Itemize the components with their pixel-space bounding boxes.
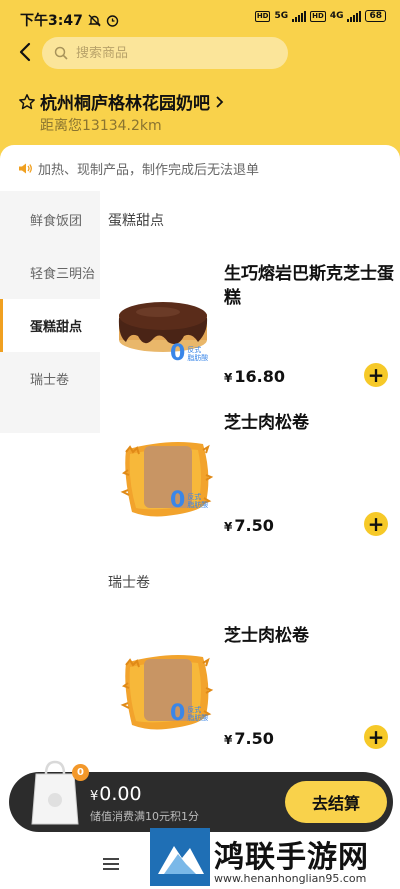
product-name: 芝士肉松卷 xyxy=(224,413,309,433)
sidebar-item-cake[interactable]: 蛋糕甜点 xyxy=(0,299,100,352)
signal-icon xyxy=(292,10,307,22)
signal-icon xyxy=(347,10,362,22)
star-icon xyxy=(19,93,35,109)
chevron-right-icon xyxy=(216,95,224,108)
speaker-icon xyxy=(19,163,32,173)
add-to-cart-button[interactable]: + xyxy=(364,363,388,387)
search-bar[interactable] xyxy=(42,37,288,69)
store-distance: 距离您13134.2km xyxy=(40,118,162,134)
product-price: ¥7.50 xyxy=(224,729,274,748)
menu-icon[interactable] xyxy=(103,858,119,870)
network-5g: 5G xyxy=(274,11,289,21)
checkout-button[interactable]: 去结算 xyxy=(285,781,387,823)
trans-fat-badge: 0 反式 脂肪酸 xyxy=(170,701,209,726)
product-price: ¥7.50 xyxy=(224,516,274,535)
product-name: 芝士肉松卷 xyxy=(224,626,309,646)
points-note: 储值消费满10元积1分 xyxy=(90,810,199,823)
search-icon xyxy=(54,46,68,60)
store-name: 杭州桐庐格林花园奶吧 xyxy=(40,94,210,114)
section-title: 瑞士卷 xyxy=(108,575,150,591)
search-input[interactable] xyxy=(76,45,266,61)
mute-icon xyxy=(88,14,101,26)
cart-total: ¥0.00 xyxy=(90,783,142,805)
product-name: 生巧熔岩巴斯克芝士蛋糕 xyxy=(224,264,394,308)
product-price: ¥16.80 xyxy=(224,367,285,386)
hd-icon: HD xyxy=(254,10,271,22)
product-card[interactable]: 0 反式 脂肪酸 芝士肉松卷 ¥7.50 + xyxy=(100,613,400,773)
alarm-icon xyxy=(106,14,119,27)
network-4g: 4G xyxy=(329,11,344,21)
trans-fat-badge: 0 反式 脂肪酸 xyxy=(170,341,209,366)
product-card[interactable]: 0 反式 脂肪酸 芝士肉松卷 ¥7.50 + xyxy=(100,400,400,560)
trans-fat-badge: 0 反式 脂肪酸 xyxy=(170,488,209,513)
notice-text: 加热、现制产品，制作完成后无法退单 xyxy=(38,162,260,178)
category-sidebar: 鲜食饭团 轻食三明治 蛋糕甜点 瑞士卷 xyxy=(0,191,100,433)
back-arrow-icon[interactable] xyxy=(16,41,36,63)
hd-icon: HD xyxy=(310,10,326,22)
sidebar-item-swiss-roll[interactable]: 瑞士卷 xyxy=(0,352,100,405)
sidebar-item-sandwich[interactable]: 轻食三明治 xyxy=(0,246,100,299)
product-card[interactable]: 0 反式 脂肪酸 生巧熔岩巴斯克芝士蛋糕 ¥16.80 + xyxy=(100,240,400,400)
add-to-cart-button[interactable]: + xyxy=(364,725,388,749)
watermark-url: www.henanhonglian95.com xyxy=(214,872,367,885)
notice-bar: 加热、现制产品，制作完成后无法退单 xyxy=(0,145,400,191)
store-selector[interactable]: 杭州桐庐格林花园奶吧 xyxy=(18,89,224,114)
section-title: 蛋糕甜点 xyxy=(108,213,164,229)
add-to-cart-button[interactable]: + xyxy=(364,512,388,536)
status-bar: 下午3:47 HD 5G HD 4G 68 xyxy=(0,0,400,34)
watermark-logo xyxy=(150,828,210,886)
cart-count-badge: 0 xyxy=(72,764,89,781)
status-time: 下午3:47 xyxy=(20,13,83,29)
battery-icon: 68 xyxy=(365,10,386,22)
watermark-title: 鸿联手游网 xyxy=(214,840,369,875)
sidebar-item-rice-ball[interactable]: 鲜食饭团 xyxy=(0,193,100,246)
